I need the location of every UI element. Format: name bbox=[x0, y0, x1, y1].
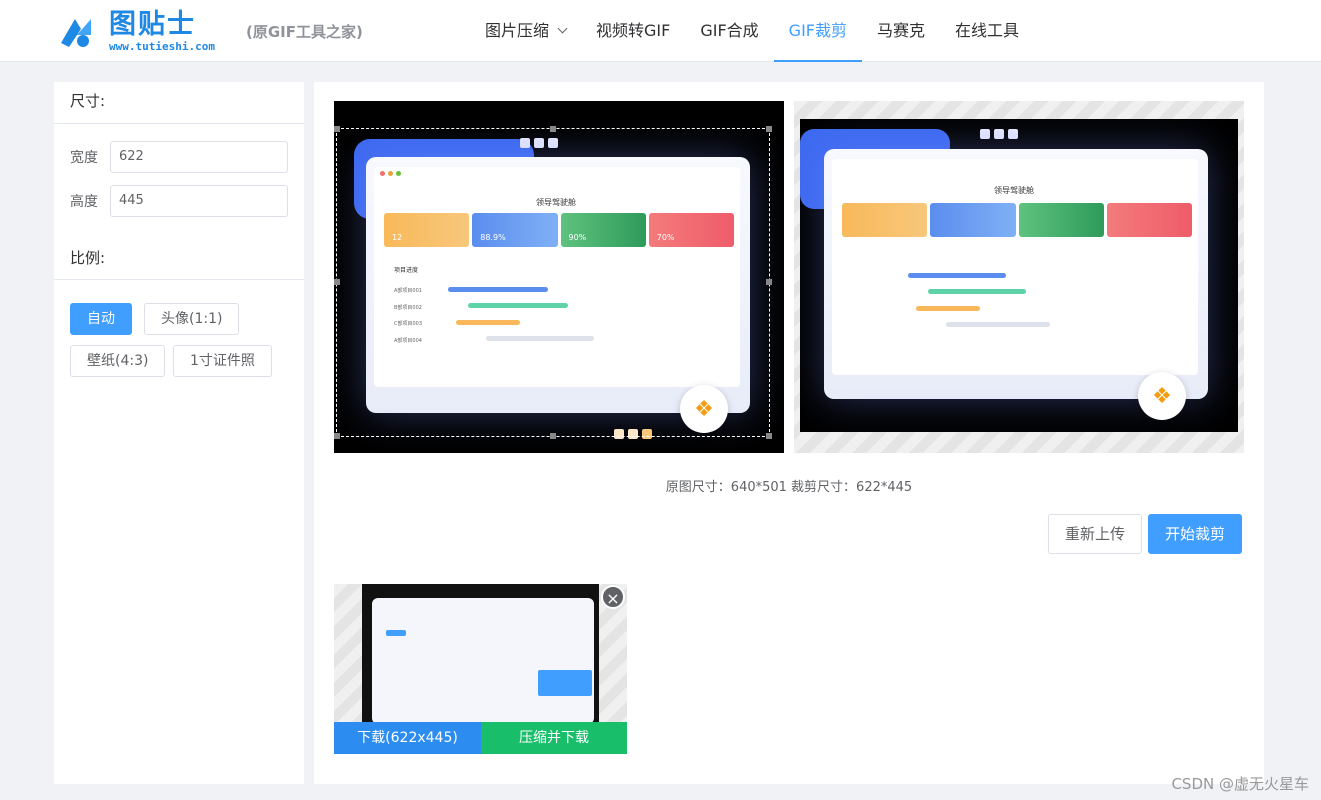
kpi-card bbox=[930, 203, 1016, 237]
settings-sidebar: 尺寸: 宽度 622 高度 445 比例: 自动 头像(1:1) 壁纸(4:3)… bbox=[54, 82, 304, 784]
dots-decoration bbox=[980, 129, 1018, 139]
nav-online-tools[interactable]: 在线工具 bbox=[940, 0, 1034, 62]
crop-handle[interactable] bbox=[766, 433, 772, 439]
width-field: 宽度 622 bbox=[70, 141, 304, 173]
nav-label: 图片压缩 bbox=[485, 21, 550, 40]
dashboard-mock: 领导驾驶舱 bbox=[824, 149, 1208, 399]
ratio-avatar-button[interactable]: 头像(1:1) bbox=[144, 303, 240, 335]
crop-preview: 领导驾驶舱 ❖ bbox=[794, 101, 1244, 453]
logo-icon bbox=[57, 13, 95, 51]
gantt-bar bbox=[908, 273, 1006, 278]
height-label: 高度 bbox=[70, 194, 98, 210]
crop-handle[interactable] bbox=[766, 126, 772, 132]
main-nav: 图片压缩 视频转GIF GIF合成 GIF裁剪 马赛克 在线工具 bbox=[470, 0, 1034, 62]
crop-handle[interactable] bbox=[334, 433, 340, 439]
source-image[interactable]: 领导驾驶舱 12 88.9% 90% 70% 项目进度 A部项目001 B部项目… bbox=[334, 101, 784, 453]
download-button[interactable]: 下载(622x445) bbox=[334, 722, 481, 754]
gantt-bar bbox=[946, 322, 1050, 327]
layers-icon: ❖ bbox=[1138, 372, 1186, 420]
gantt-bar bbox=[928, 289, 1026, 294]
gantt-bar bbox=[916, 306, 980, 311]
logo-subtitle: (原GIF工具之家) bbox=[246, 23, 363, 41]
logo-url: www.tutieshi.com bbox=[109, 40, 215, 53]
crop-handle[interactable] bbox=[334, 126, 340, 132]
start-crop-button[interactable]: 开始裁剪 bbox=[1148, 514, 1243, 554]
height-input[interactable]: 445 bbox=[110, 185, 288, 217]
close-icon[interactable]: × bbox=[601, 585, 625, 609]
ratio-id-photo-button[interactable]: 1寸证件照 bbox=[173, 345, 272, 377]
nav-mosaic[interactable]: 马赛克 bbox=[862, 0, 940, 62]
crop-box[interactable] bbox=[336, 128, 770, 437]
kpi-card bbox=[1018, 203, 1104, 237]
width-label: 宽度 bbox=[70, 150, 98, 166]
main-panel: 领导驾驶舱 12 88.9% 90% 70% 项目进度 A部项目001 B部项目… bbox=[314, 82, 1264, 784]
crop-handle[interactable] bbox=[550, 126, 556, 132]
kpi-card bbox=[842, 203, 928, 237]
reupload-button[interactable]: 重新上传 bbox=[1048, 514, 1143, 554]
width-input[interactable]: 622 bbox=[110, 141, 288, 173]
logo-title: 图贴士 bbox=[109, 9, 196, 40]
watermark: CSDN @虚无火星车 bbox=[1171, 775, 1309, 793]
crop-handle[interactable] bbox=[550, 433, 556, 439]
site-logo[interactable]: 图贴士 www.tutieshi.com bbox=[57, 10, 215, 53]
kpi-card bbox=[1106, 203, 1192, 237]
chevron-down-icon bbox=[557, 23, 568, 34]
crop-handle[interactable] bbox=[334, 279, 340, 285]
crop-handle[interactable] bbox=[766, 279, 772, 285]
result-thumbnail: 下载(622x445) 压缩并下载 bbox=[334, 584, 627, 754]
compress-download-button[interactable]: 压缩并下载 bbox=[481, 722, 627, 754]
dashboard-title: 领导驾驶舱 bbox=[994, 186, 1034, 195]
height-field: 高度 445 bbox=[70, 185, 304, 217]
top-header: 图贴士 www.tutieshi.com (原GIF工具之家) 图片压缩 视频转… bbox=[0, 0, 1321, 62]
nav-gif-compose[interactable]: GIF合成 bbox=[685, 0, 773, 62]
nav-image-compress[interactable]: 图片压缩 bbox=[470, 0, 581, 62]
ratio-wallpaper-button[interactable]: 壁纸(4:3) bbox=[70, 345, 166, 377]
ratio-section-title: 比例: bbox=[54, 236, 304, 280]
size-section-title: 尺寸: bbox=[54, 82, 304, 124]
nav-gif-crop[interactable]: GIF裁剪 bbox=[773, 0, 862, 62]
nav-video-to-gif[interactable]: 视频转GIF bbox=[581, 0, 685, 62]
ratio-auto-button[interactable]: 自动 bbox=[70, 303, 132, 335]
size-info: 原图尺寸：640*501 裁剪尺寸：622*445 bbox=[665, 480, 913, 495]
